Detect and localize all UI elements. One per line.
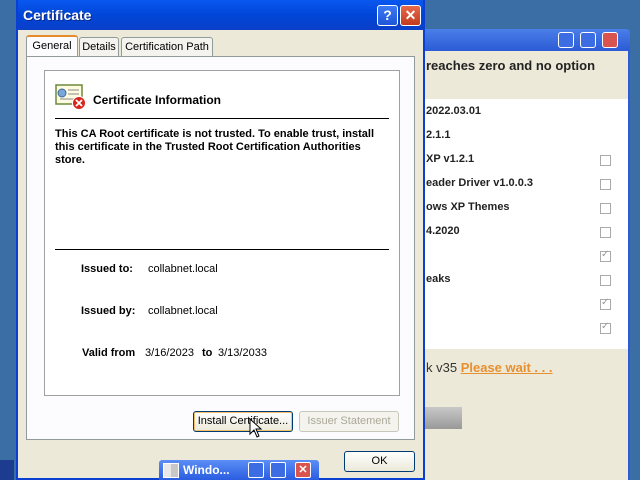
ok-button[interactable]: OK: [344, 451, 415, 472]
list-item[interactable]: ows XP Themes: [426, 197, 510, 217]
checkbox[interactable]: [600, 297, 611, 310]
minimize-icon[interactable]: [558, 32, 574, 48]
general-tab-panel: Certificate Information This CA Root cer…: [26, 56, 415, 440]
background-window: reaches zero and no option 2022.03.01 2.…: [420, 51, 630, 480]
issued-by-value: collabnet.local: [148, 305, 218, 317]
trust-warning: This CA Root certificate is not trusted.…: [55, 128, 375, 166]
restore-icon[interactable]: [248, 462, 264, 478]
list-item[interactable]: 4.2020: [426, 221, 460, 241]
valid-from-value: 3/16/2023: [145, 347, 194, 359]
dialog-titlebar[interactable]: Certificate ? ✕: [18, 0, 423, 30]
issued-to-value: collabnet.local: [148, 263, 218, 275]
close-icon[interactable]: ✕: [295, 462, 311, 478]
checkbox[interactable]: [600, 275, 611, 286]
list-item[interactable]: eader Driver v1.0.0.3: [426, 173, 533, 193]
valid-to-label: to: [202, 347, 213, 359]
list-item[interactable]: 2.1.1: [426, 125, 450, 145]
checkbox[interactable]: [600, 227, 611, 238]
valid-to-value: 3/13/2033: [218, 347, 267, 359]
issuer-statement-button[interactable]: Issuer Statement: [299, 411, 399, 432]
component-list: 2022.03.01 2.1.1 XP v1.2.1 eader Driver …: [422, 99, 628, 349]
checkbox[interactable]: [600, 249, 611, 262]
maximize-icon[interactable]: [580, 32, 596, 48]
checkbox[interactable]: [600, 155, 611, 166]
list-item-label: eaks: [426, 273, 451, 285]
taskbar-window-label: Windo...: [183, 463, 230, 477]
tab-general[interactable]: General: [26, 35, 78, 57]
list-item-label: XP v1.2.1: [426, 153, 475, 165]
certificate-info-box: Certificate Information This CA Root cer…: [44, 70, 400, 396]
status-text: k v35 Please wait . . .: [426, 360, 552, 375]
please-wait-link[interactable]: Please wait . . .: [461, 360, 553, 375]
dialog-title: Certificate: [23, 7, 92, 23]
certificate-error-icon: [55, 84, 86, 110]
checkbox[interactable]: [600, 321, 611, 334]
list-item-label: ows XP Themes: [426, 201, 510, 213]
certificate-dialog: Certificate ? ✕ General Details Certific…: [16, 0, 425, 480]
info-title: Certificate Information: [93, 93, 222, 107]
divider: [55, 118, 389, 119]
taskbar-edge: [0, 460, 14, 480]
help-icon[interactable]: ?: [377, 5, 398, 26]
list-item-label: 4.2020: [426, 225, 460, 237]
install-certificate-button[interactable]: Install Certificate...: [193, 411, 293, 432]
checkbox[interactable]: [600, 203, 611, 214]
close-icon[interactable]: [602, 32, 618, 48]
divider: [55, 249, 389, 250]
maximize-icon[interactable]: [270, 462, 286, 478]
list-item[interactable]: 2022.03.01: [426, 101, 481, 121]
list-item-label: eader Driver v1.0.0.3: [426, 177, 534, 189]
issued-by-label: Issued by:: [81, 305, 136, 317]
list-item[interactable]: XP v1.2.1: [426, 149, 474, 169]
valid-from-label: Valid from: [82, 347, 136, 359]
tab-details[interactable]: Details: [79, 37, 119, 56]
progress-bar: [422, 407, 462, 429]
issued-to-label: Issued to:: [81, 263, 133, 275]
close-icon[interactable]: ✕: [400, 5, 421, 26]
window-icon: [163, 463, 179, 478]
background-window-titlebar: [420, 29, 630, 51]
list-item[interactable]: eaks: [426, 269, 450, 289]
list-item-label: 2022.03.01: [426, 105, 482, 117]
list-item-label: 2.1.1: [426, 129, 451, 141]
mouse-cursor-icon: [249, 418, 263, 438]
background-header: reaches zero and no option: [426, 58, 596, 73]
checkbox[interactable]: [600, 179, 611, 190]
tab-certification-path[interactable]: Certification Path: [121, 37, 213, 56]
status-prefix: k v35: [426, 360, 458, 375]
taskbar-window-button[interactable]: Windo... ✕: [159, 460, 319, 480]
